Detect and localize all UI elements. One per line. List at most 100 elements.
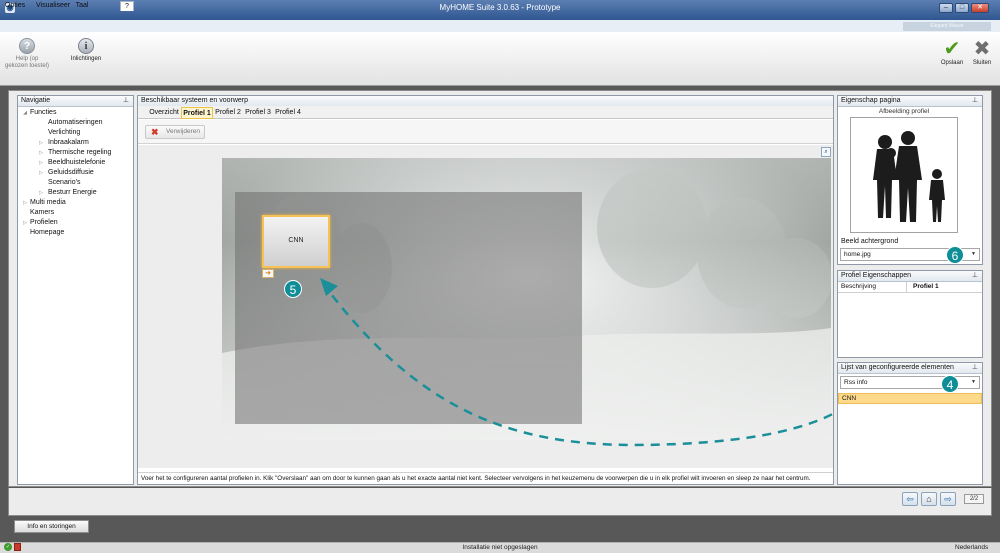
profile-image[interactable] (850, 117, 958, 233)
nav-item-label: Multi media (30, 199, 66, 206)
tab-profile-2[interactable]: Profiel 2 (213, 107, 243, 119)
minimize-button[interactable]: – (939, 3, 953, 13)
pin-icon[interactable]: ⊥ (123, 96, 129, 106)
step-badge-5: 5 (284, 280, 302, 298)
save-button-label: Opslaan (940, 60, 964, 66)
checkmark-icon: ✔ (943, 38, 961, 60)
expanded-arrow-icon: ◢ (23, 110, 27, 116)
property-divider (906, 282, 907, 293)
profile-properties-title: Profiel Eigenschappen (841, 272, 912, 279)
drag-arrow-annotation (320, 278, 859, 447)
collapsed-arrow-icon: ▷ (39, 140, 43, 146)
nav-item-scenarios[interactable]: Scenario's (18, 178, 133, 188)
menu-language[interactable]: Taal (74, 1, 90, 11)
info-button-label: Inlichtingen (70, 56, 102, 62)
nav-item-label: Functies (30, 109, 57, 116)
close-window-button[interactable]: ✕ (971, 3, 989, 13)
pin-icon[interactable]: ⊥ (972, 96, 978, 106)
profile-properties-header: Profiel Eigenschappen ⊥ (838, 271, 982, 282)
user-badge: Elegant Mauve (903, 22, 991, 31)
nav-item-thermal[interactable]: ▷ Thermische regeling (18, 148, 133, 158)
dropdown-arrow-icon: ▼ (971, 379, 976, 385)
nav-item-label: Scenario's (48, 179, 81, 186)
info-icon: i (78, 38, 94, 54)
close-button[interactable]: ✖ Sluiten (966, 38, 998, 76)
nav-item-label: Profielen (30, 219, 58, 226)
nav-item-label: Verlichting (48, 129, 81, 136)
pin-icon[interactable]: ⊥ (972, 271, 978, 281)
menu-help[interactable]: ? (120, 1, 134, 11)
step-badge-4: 4 (941, 375, 959, 393)
tab-profile-4[interactable]: Profiel 4 (273, 107, 303, 119)
nav-item-profiles[interactable]: ▷ Profielen (18, 218, 133, 228)
zoom-icon[interactable]: ⌕ (821, 147, 831, 157)
menu-options[interactable]: Opties (4, 1, 26, 11)
close-icon: ✖ (973, 38, 991, 60)
dropdown-arrow-icon: ▼ (971, 251, 976, 257)
widget-link-button[interactable]: ➜ (262, 269, 274, 278)
nav-item-functions[interactable]: ◢ Functies (18, 108, 133, 118)
status-language: Nederlands (955, 544, 989, 551)
help-button[interactable]: ? Help (op gekozen toestel) (4, 38, 50, 76)
collapsed-arrow-icon: ▷ (39, 160, 43, 166)
home-button[interactable]: ⌂ (921, 492, 937, 506)
maximize-button[interactable]: □ (955, 3, 969, 13)
remove-icon: ✖ (151, 127, 159, 137)
description-value[interactable]: Profiel 1 (913, 283, 939, 290)
step-badge-6: 6 (946, 246, 964, 264)
navigation-title: Navigatie (21, 97, 51, 104)
tab-profile-3[interactable]: Profiel 3 (243, 107, 273, 119)
profile-image-label: Afbeelding profiel (878, 108, 930, 115)
page-properties-header: Eigenschap pagina ⊥ (838, 96, 982, 107)
instruction-text: Voer het te configureren aantal profiele… (138, 472, 833, 484)
info-tab[interactable]: Info en storingen (14, 520, 89, 533)
configured-elements-title: Lijst van geconfigureerde elementen (841, 364, 954, 371)
close-button-label: Sluiten (972, 60, 992, 66)
help-button-label: Help (op gekozen toestel) (4, 56, 50, 69)
background-select-value: home.jpg (844, 251, 871, 258)
nav-item-burglar-alarm[interactable]: ▷ Inbraakalarm (18, 138, 133, 148)
info-button[interactable]: i Inlichtingen (66, 38, 106, 76)
menu-view[interactable]: Visualiseer (36, 1, 70, 11)
description-key: Beschrijving (841, 283, 877, 290)
navigation-panel: Navigatie ⊥ ◢ Functies Automatiseringen V… (17, 95, 134, 485)
nav-item-homepage[interactable]: Homepage (18, 228, 133, 238)
nav-item-rooms[interactable]: Kamers (18, 208, 133, 218)
toolbar (0, 32, 1000, 86)
window-title: MyHOME Suite 3.0.63 - Prototype (439, 3, 561, 12)
center-title: Beschikbaar systeem en voorwerp (141, 97, 248, 104)
nav-item-multimedia[interactable]: ▷ Multi media (18, 198, 133, 208)
menu-bar (0, 20, 1000, 32)
nav-item-label: Besturr Energie (48, 189, 97, 196)
collapsed-arrow-icon: ▷ (23, 200, 27, 206)
tab-overview[interactable]: Overzicht (147, 107, 181, 119)
action-bar (138, 120, 833, 144)
forward-button[interactable]: ⇨ (940, 492, 956, 506)
pin-icon[interactable]: ⊥ (972, 363, 978, 373)
list-item-cnn[interactable]: CNN (838, 393, 982, 404)
configured-elements-header: Lijst van geconfigureerde elementen ⊥ (838, 363, 982, 374)
collapsed-arrow-icon: ▷ (39, 170, 43, 176)
nav-item-lighting[interactable]: Verlichting (18, 128, 133, 138)
nav-item-label: Beeldhuistelefonie (48, 159, 106, 166)
back-button[interactable]: ⇦ (902, 492, 918, 506)
collapsed-arrow-icon: ▷ (39, 190, 43, 196)
save-button[interactable]: ✔ Opslaan (936, 38, 968, 76)
nav-item-label: Homepage (30, 229, 65, 236)
cnn-widget-label: CNN (288, 237, 304, 244)
nav-item-label: Kamers (30, 209, 55, 216)
nav-item-automations[interactable]: Automatiseringen (18, 118, 133, 128)
status-message: Installatie niet opgeslagen (462, 544, 538, 551)
collapsed-arrow-icon: ▷ (39, 150, 43, 156)
page-indicator: 2/2 (964, 494, 984, 504)
tab-profile-1[interactable]: Profiel 1 (181, 107, 213, 119)
nav-item-sound[interactable]: ▷ Geluidsdiffusie (18, 168, 133, 178)
nav-item-label: Inbraakalarm (48, 139, 89, 146)
element-type-select[interactable]: Rss info ▼ (840, 376, 980, 389)
page-properties-title: Eigenschap pagina (841, 97, 901, 104)
navigation-header: Navigatie ⊥ (18, 96, 133, 107)
collapsed-arrow-icon: ▷ (23, 220, 27, 226)
nav-item-video-door[interactable]: ▷ Beeldhuistelefonie (18, 158, 133, 168)
nav-item-energy[interactable]: ▷ Besturr Energie (18, 188, 133, 198)
nav-item-label: Geluidsdiffusie (48, 169, 94, 176)
